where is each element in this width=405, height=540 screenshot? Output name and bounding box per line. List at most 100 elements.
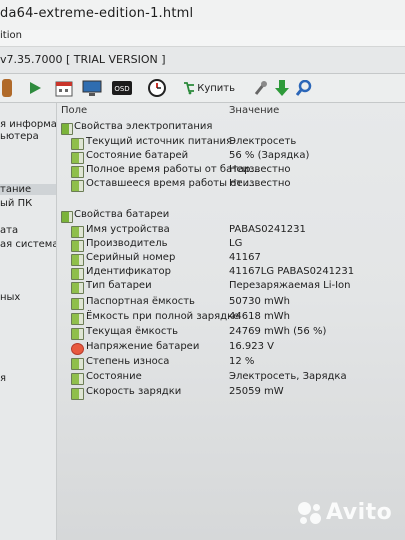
list-item[interactable]: Серийный номер 41167 xyxy=(57,252,405,266)
list-item[interactable]: Ёмкость при полной зарядке 44618 mWh xyxy=(57,311,405,325)
field-value: 44618 mWh xyxy=(229,311,290,322)
tools-button[interactable] xyxy=(250,78,270,98)
field-value: PABAS0241231 xyxy=(229,224,306,235)
sidebar-item[interactable]: ый ПК xyxy=(0,198,32,209)
sidebar-item[interactable]: я xyxy=(0,373,6,384)
field-value: 41167 xyxy=(229,252,261,263)
field-name: Состояние батарей xyxy=(86,150,189,161)
field-name: Текущая ёмкость xyxy=(86,326,179,337)
clock-icon xyxy=(148,79,166,97)
list-item[interactable]: Текущий источник питания Электросеть xyxy=(57,136,405,150)
field-name: Скорость зарядки xyxy=(86,386,182,397)
field-value: 16.923 V xyxy=(229,341,275,352)
version-label: v7.35.7000 [ TRIAL VERSION ] xyxy=(0,53,166,66)
sidebar-item[interactable]: я информац xyxy=(0,119,56,130)
field-name: Ёмкость при полной зарядке xyxy=(86,311,240,322)
field-value: 50730 mWh xyxy=(229,296,290,307)
sidebar-item[interactable]: ных xyxy=(0,292,20,303)
window-title-bar: da64-extreme-edition-1.html xyxy=(0,0,405,30)
list-item[interactable]: Текущая ёмкость 24769 mWh (56 %) xyxy=(57,326,405,340)
field-value: Неизвестно xyxy=(229,178,291,189)
field-value: Неизвестно xyxy=(229,164,291,175)
monitor-button[interactable] xyxy=(80,78,104,98)
sidebar-item-selected[interactable]: тание xyxy=(0,184,56,195)
sidebar-item[interactable]: ая система xyxy=(0,239,56,250)
field-name: Текущий источник питания xyxy=(86,136,232,147)
search-button[interactable] xyxy=(294,78,314,98)
list-item[interactable]: Степень износа 12 % xyxy=(57,356,405,370)
list-item[interactable]: Паспортная ёмкость 50730 mWh xyxy=(57,296,405,310)
field-value: 24769 mWh (56 %) xyxy=(229,326,327,337)
column-header-value[interactable]: Значение xyxy=(229,105,279,116)
sidebar-item[interactable]: ьютера xyxy=(0,131,39,142)
field-name: Производитель xyxy=(86,238,168,249)
field-name: Напряжение батареи xyxy=(86,341,200,352)
list-item[interactable]: Скорость зарядки 25059 mW xyxy=(57,386,405,400)
field-value: Электросеть, Зарядка xyxy=(229,371,347,382)
buy-button-label: Купить xyxy=(197,82,235,94)
battery-icon xyxy=(71,138,84,150)
sidebar-tree[interactable]: я информац ьютера тание ый ПК ата ая сис… xyxy=(0,103,57,540)
voltage-icon xyxy=(71,343,84,355)
battery-icon xyxy=(61,123,73,135)
list-item[interactable]: Полное время работы от батар... Неизвестн… xyxy=(57,164,405,178)
field-name: Идентификатор xyxy=(86,266,171,277)
buy-button[interactable]: Купить xyxy=(183,78,235,98)
play-icon xyxy=(30,82,41,94)
field-name: Степень износа xyxy=(86,356,170,367)
svg-text:OSD: OSD xyxy=(114,85,129,93)
window-title: da64-extreme-edition-1.html xyxy=(0,6,194,21)
field-value: 41167LG PABAS0241231 xyxy=(229,266,355,277)
list-item[interactable]: Напряжение батареи 16.923 V xyxy=(57,341,405,355)
section-title: Свойства электропитания xyxy=(74,121,213,132)
battery-icon xyxy=(71,388,84,400)
download-button[interactable] xyxy=(272,78,292,98)
list-item[interactable]: Имя устройства PABAS0241231 xyxy=(57,224,405,238)
field-name: Паспортная ёмкость xyxy=(86,296,195,307)
menu-bar[interactable]: ition xyxy=(0,30,405,47)
list-icon xyxy=(2,79,12,97)
list-item[interactable]: Идентификатор 41167LG PABAS0241231 xyxy=(57,266,405,280)
battery-icon xyxy=(71,240,84,252)
field-value: 25059 mW xyxy=(229,386,284,397)
calendar-button[interactable] xyxy=(53,78,75,98)
field-value: 12 % xyxy=(229,356,255,367)
menu-item-edition[interactable]: ition xyxy=(0,30,22,41)
list-item[interactable]: Оставшееся время работы от ... Неизвестно xyxy=(57,178,405,192)
section-battery[interactable]: Свойства батареи xyxy=(57,209,405,223)
field-value: LG xyxy=(229,238,243,249)
osd-button[interactable]: OSD xyxy=(110,78,134,98)
list-button[interactable] xyxy=(0,78,14,98)
column-header-field[interactable]: Поле xyxy=(61,105,87,116)
avito-logo-icon xyxy=(298,501,322,525)
list-item[interactable]: Тип батареи Перезаряжаемая Li-Ion xyxy=(57,280,405,294)
list-item[interactable]: Состояние батарей 56 % (Зарядка) xyxy=(57,150,405,164)
battery-icon xyxy=(71,313,84,325)
play-button[interactable] xyxy=(24,78,46,98)
list-item[interactable]: Состояние Электросеть, Зарядка xyxy=(57,371,405,385)
battery-icon xyxy=(71,152,84,164)
battery-icon xyxy=(71,373,84,385)
battery-icon xyxy=(71,298,84,310)
sidebar-item[interactable]: ата xyxy=(0,225,18,236)
battery-icon xyxy=(71,328,84,340)
avito-watermark: Avito xyxy=(298,500,392,525)
section-title: Свойства батареи xyxy=(74,209,170,220)
monitor-icon xyxy=(82,80,102,96)
toolbar: OSD Купить xyxy=(0,74,405,103)
battery-icon xyxy=(71,166,84,178)
field-name: Тип батареи xyxy=(86,280,152,291)
battery-icon xyxy=(71,268,84,280)
clock-button[interactable] xyxy=(146,78,168,98)
battery-icon xyxy=(71,180,84,192)
download-icon xyxy=(275,80,289,96)
field-name: Состояние xyxy=(86,371,142,382)
search-icon xyxy=(296,80,312,96)
field-name: Имя устройства xyxy=(86,224,170,235)
details-list[interactable]: Поле Значение Свойства электропитания Те… xyxy=(57,103,405,540)
list-item[interactable]: Производитель LG xyxy=(57,238,405,252)
field-value: 56 % (Зарядка) xyxy=(229,150,310,161)
section-power[interactable]: Свойства электропитания xyxy=(57,121,405,135)
calendar-icon xyxy=(55,81,73,97)
osd-icon: OSD xyxy=(112,81,132,95)
